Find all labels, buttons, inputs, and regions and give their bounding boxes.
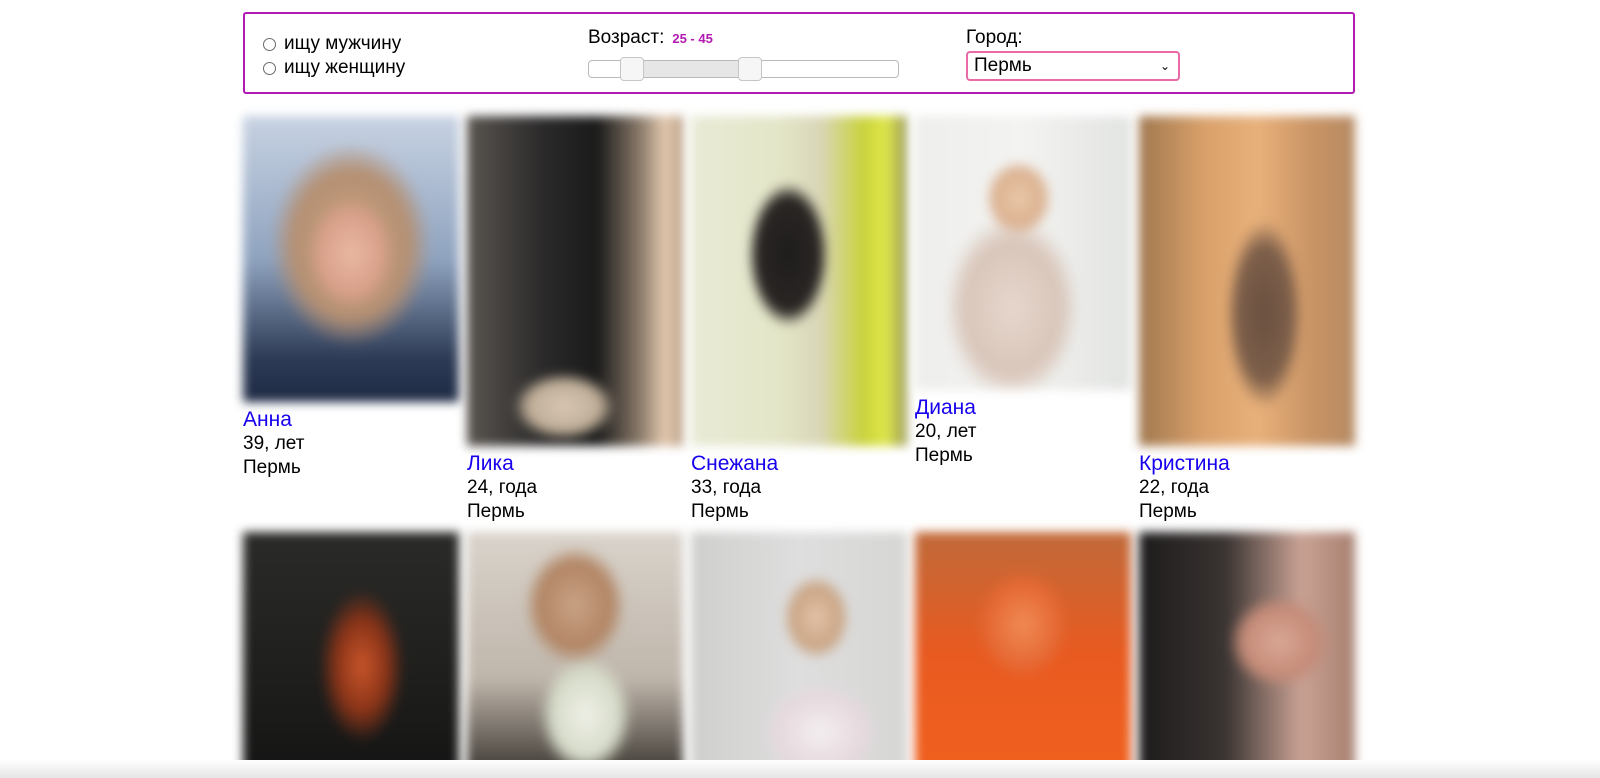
profile-card[interactable]: Анна 39, лет Пермь [243,116,459,480]
profile-city: Пермь [915,445,973,466]
profile-card[interactable] [691,532,907,776]
city-label: Город: [966,27,1023,48]
profile-city: Пермь [1139,501,1197,522]
city-select-value[interactable]: Пермь [974,55,1032,77]
profile-age: 22, года [1139,477,1210,498]
profile-photo[interactable] [1139,532,1355,776]
radio-seek-woman-label[interactable]: ищу женщину [284,56,405,80]
bottom-edge-shadow [0,760,1600,778]
profile-name-link[interactable]: Снежана [691,452,907,476]
profile-photo[interactable] [915,116,1131,390]
age-slider-selected-range [633,61,750,77]
age-range-value: 25 - 45 [672,31,713,46]
profile-name-link[interactable]: Диана [915,396,1131,420]
city-filter: Город: Пермь ⌄ [966,26,1180,81]
profile-photo[interactable] [1139,116,1355,446]
profile-age: 39, лет [243,433,305,454]
profile-photo[interactable] [915,532,1131,776]
radio-seek-woman[interactable]: ищу женщину [263,56,405,80]
profile-photo[interactable] [467,116,683,446]
chevron-down-icon[interactable]: ⌄ [1160,60,1170,72]
profile-card[interactable]: Снежана 33, года Пермь [691,116,907,524]
profile-city: Пермь [467,501,525,522]
age-filter: Возраст: 25 - 45 [588,26,899,81]
profile-photo[interactable] [243,116,459,402]
profile-age: 24, года [467,477,538,498]
city-select[interactable]: Пермь ⌄ [966,51,1180,81]
age-slider-min-handle[interactable] [620,57,644,81]
profile-age: 20, лет [915,421,977,442]
profile-city: Пермь [243,457,301,478]
page-container: ищу мужчину ищу женщину Возраст: 25 - 45… [243,12,1355,776]
radio-circle-icon[interactable] [263,37,276,51]
radio-seek-man[interactable]: ищу мужчину [263,32,405,56]
profile-card[interactable]: Лика 24, года Пермь [467,116,683,524]
profile-card[interactable] [243,532,459,776]
profile-age: 33, года [691,477,762,498]
profile-card[interactable] [915,532,1131,776]
profile-name-link[interactable]: Анна [243,408,459,432]
profile-card[interactable] [1139,532,1355,776]
profile-card[interactable] [467,532,683,776]
age-slider-max-handle[interactable] [738,57,762,81]
radio-seek-man-label[interactable]: ищу мужчину [284,32,401,56]
profiles-grid: Анна 39, лет Пермь Лика 24, года Пермь С… [243,116,1355,776]
profile-card[interactable]: Кристина 22, года Пермь [1139,116,1355,524]
search-filters-panel: ищу мужчину ищу женщину Возраст: 25 - 45… [243,12,1355,94]
age-label: Возраст: [588,27,665,48]
profile-city: Пермь [691,501,749,522]
profile-name-link[interactable]: Лика [467,452,683,476]
age-range-slider[interactable] [588,57,899,81]
profile-photo[interactable] [691,532,907,776]
age-label-row: Возраст: 25 - 45 [588,26,899,51]
profile-photo[interactable] [243,532,459,776]
profile-card[interactable]: Диана 20, лет Пермь [915,116,1131,468]
gender-filter: ищу мужчину ищу женщину [263,32,405,80]
radio-circle-icon[interactable] [263,61,276,75]
profile-photo[interactable] [467,532,683,776]
profile-photo[interactable] [691,116,907,446]
profile-name-link[interactable]: Кристина [1139,452,1355,476]
